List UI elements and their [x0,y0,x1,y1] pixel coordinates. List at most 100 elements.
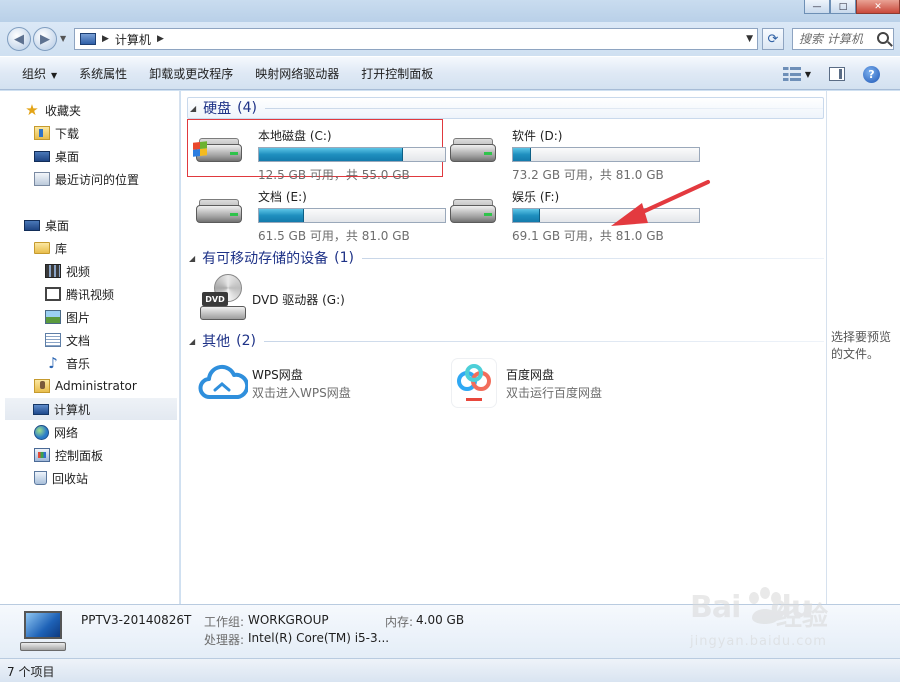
computer-name: PPTV3-20140826T [81,613,192,627]
organize-button[interactable]: 组织 ▼ [22,65,57,82]
preview-pane-toggle-icon[interactable] [829,67,845,81]
minimize-button[interactable]: — [804,0,830,14]
star-icon: ★ [25,101,39,119]
dvd-drive-icon: DVD [200,274,246,322]
baidu-netdisk-icon [452,359,496,407]
view-options-dropdown[interactable]: ▼ [805,70,811,79]
change-view-icon[interactable] [782,67,801,81]
nav-desktop[interactable]: 桌面 [24,214,69,236]
collapse-triangle-icon[interactable]: ◢ [189,337,195,346]
computer-monitor-icon [20,611,66,653]
back-button[interactable]: ◀ [7,27,31,51]
nav-favorites[interactable]: ★ 收藏夹 [24,99,81,121]
command-bar: 组织 ▼ 系统属性 卸载或更改程序 映射网络驱动器 打开控制面板 ▼ ? [0,56,900,90]
hard-disk-icon [450,138,496,164]
nav-library-music[interactable]: ♪ 音乐 [45,352,90,374]
title-bar: — □ ✕ [0,0,900,22]
nav-administrator[interactable]: Administrator [34,375,137,397]
workgroup-value: WORKGROUP [248,613,329,627]
document-icon [45,333,61,347]
status-bar: 7 个项目 [0,658,900,682]
nav-library-video[interactable]: 视频 [45,260,90,282]
search-box[interactable] [792,28,894,50]
processor-value: Intel(R) Core(TM) i5-3... [248,631,390,645]
nav-library-documents[interactable]: 文档 [45,329,90,351]
hard-disk-icon [450,199,496,225]
desktop-icon [34,150,50,162]
help-icon[interactable]: ? [863,65,880,83]
breadcrumb-computer[interactable]: 计算机 [115,31,151,48]
chevron-down-icon: ▼ [51,70,58,80]
collapse-triangle-icon[interactable]: ◢ [189,254,195,263]
preview-message: 选择要预览的文件。 [831,330,892,361]
nav-recent-places[interactable]: 最近访问的位置 [34,168,139,190]
system-properties-button[interactable]: 系统属性 [79,65,127,82]
music-icon: ♪ [48,354,58,372]
toolbar-right: ▼ ? [782,57,900,91]
refresh-button[interactable]: ⟳ [762,28,784,50]
hard-disk-icon [193,138,242,164]
computer-icon [33,403,49,415]
nav-library-pictures[interactable]: 图片 [45,306,90,328]
item-count: 7 个项目 [7,665,55,679]
nav-computer[interactable]: 计算机 [5,398,177,420]
drive-usage-bar [258,147,446,162]
address-bar[interactable]: ▶ 计算机 ▶ ▼ [74,28,758,50]
memory-label: 内存: [385,615,414,629]
group-removable-devices[interactable]: ◢ 有可移动存储的设备 (1) [187,247,824,269]
maximize-button[interactable]: □ [830,0,856,14]
nav-network[interactable]: 网络 [34,421,78,443]
recent-places-icon [34,172,50,186]
workgroup-label: 工作组: [204,615,245,629]
group-hard-disks[interactable]: ◢ 硬盘 (4) [187,97,824,119]
breadcrumb-separator-icon[interactable]: ▶ [102,34,109,44]
close-button[interactable]: ✕ [856,0,900,14]
processor-label: 处理器: [204,633,245,647]
drive-e[interactable]: 文档 (E:) 61.5 GB 可用，共 81.0 GB [188,181,446,243]
wps-netdisk-item[interactable]: WPS网盘 双击进入WPS网盘 [192,363,442,409]
navigation-pane: ★ 收藏夹 下载 桌面 最近访问的位置 桌面 库 视频 腾讯视频 图片 文档 ♪… [0,91,180,604]
nav-library-tencent-video[interactable]: 腾讯视频 [45,283,114,305]
windows-logo-icon [193,141,207,157]
breadcrumb-separator-icon[interactable]: ▶ [157,34,164,44]
baidu-netdisk-item[interactable]: 百度网盘 双击运行百度网盘 [446,359,696,409]
user-folder-icon [34,379,50,393]
refresh-icon: ⟳ [767,31,779,47]
map-network-drive-button[interactable]: 映射网络驱动器 [255,65,339,82]
nav-recycle-bin[interactable]: 回收站 [34,467,88,489]
address-row: ◀ ▶ ▼ ▶ 计算机 ▶ ▼ ⟳ [0,22,900,56]
back-arrow-icon: ◀ [14,31,24,47]
drive-usage-fill [259,148,403,161]
drive-f[interactable]: 娱乐 (F:) 69.1 GB 可用，共 81.0 GB [442,181,700,243]
nav-control-panel[interactable]: 控制面板 [34,444,103,466]
video-icon [45,264,61,278]
nav-libraries[interactable]: 库 [34,237,67,259]
control-panel-icon [34,448,50,462]
drive-usage-fill [259,209,304,222]
dvd-drive-g[interactable]: DVD DVD 驱动器 (G:) [192,274,452,324]
drive-c[interactable]: 本地磁盘 (C:) 12.5 GB 可用，共 55.0 GB [187,119,446,182]
drive-d[interactable]: 软件 (D:) 73.2 GB 可用，共 81.0 GB [442,120,700,182]
recycle-bin-icon [34,471,47,485]
wps-cloud-icon [198,364,248,399]
drive-usage-bar [512,147,700,162]
group-other[interactable]: ◢ 其他 (2) [187,330,824,352]
tencent-video-icon [45,287,61,301]
forward-button[interactable]: ▶ [33,27,57,51]
address-dropdown-icon[interactable]: ▼ [746,34,753,44]
desktop-icon [24,219,40,231]
content-area: ◢ 硬盘 (4) 本地磁盘 (C:) 12.5 GB 可用，共 55.0 GB … [181,91,826,604]
search-input[interactable] [799,30,879,48]
recent-pages-dropdown[interactable]: ▼ [60,34,66,43]
uninstall-program-button[interactable]: 卸载或更改程序 [149,65,233,82]
caption-buttons: — □ ✕ [804,0,900,14]
open-control-panel-button[interactable]: 打开控制面板 [361,65,433,82]
nav-downloads[interactable]: 下载 [34,122,79,144]
picture-icon [45,310,61,324]
drive-usage-bar [512,208,700,223]
nav-desktop-favorite[interactable]: 桌面 [34,145,79,167]
forward-arrow-icon: ▶ [40,31,50,47]
collapse-triangle-icon[interactable]: ◢ [190,104,196,113]
computer-icon [80,33,96,45]
search-icon[interactable] [877,32,889,44]
